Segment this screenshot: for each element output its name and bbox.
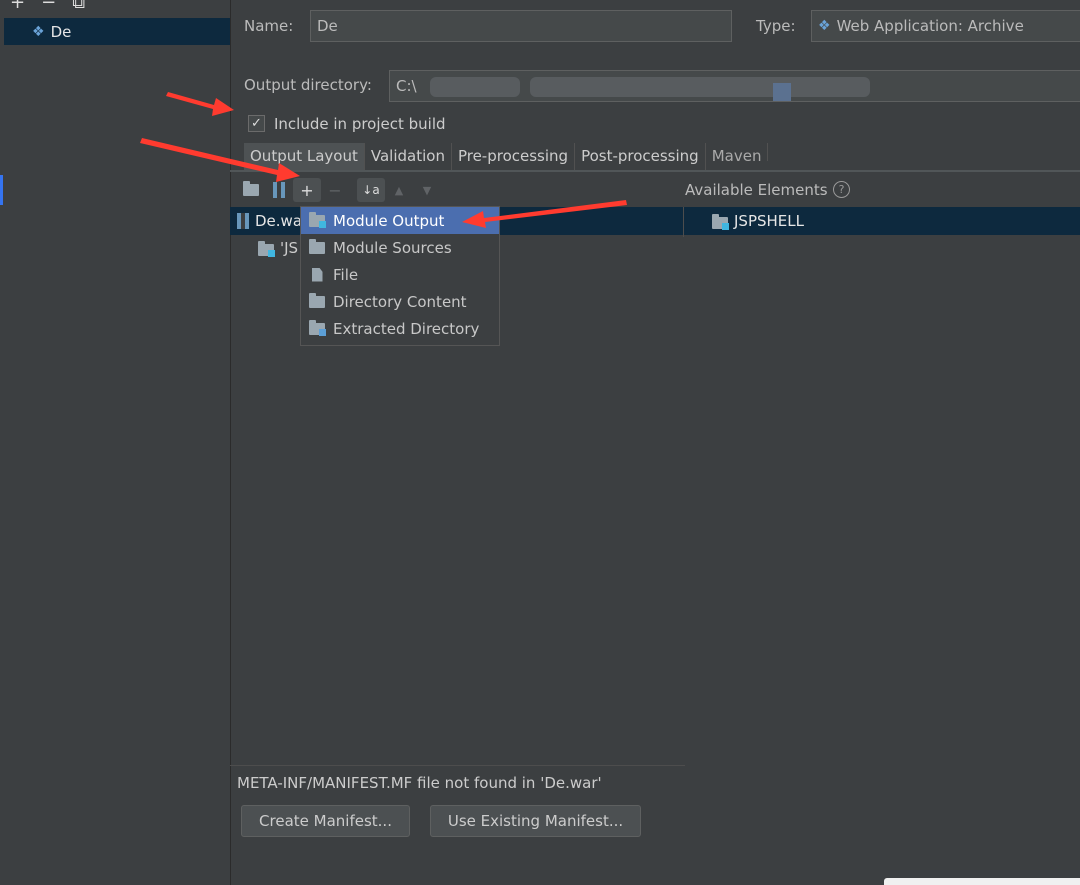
output-dir-label: Output directory: — [244, 76, 372, 94]
name-value: De — [317, 17, 338, 35]
tabs-underline — [230, 170, 1080, 172]
menu-item-directory-content[interactable]: Directory Content — [301, 288, 499, 315]
menu-item-file[interactable]: File — [301, 261, 499, 288]
type-select[interactable]: ❖ Web Application: Archive — [811, 10, 1080, 42]
tree-child-label: 'JS — [280, 239, 299, 257]
available-item-label: JSPSHELL — [734, 212, 804, 230]
tab-maven[interactable]: Maven — [706, 143, 769, 161]
name-label: Name: — [244, 17, 294, 35]
panel-divider — [683, 207, 684, 237]
create-archive-button[interactable] — [265, 178, 293, 202]
help-icon[interactable]: ? — [833, 181, 850, 198]
menu-item-label: File — [333, 265, 359, 284]
menu-item-label: Module Output — [333, 211, 445, 230]
sidebar-toolbar: + − ⧉ — [10, 0, 85, 13]
remove-element-button[interactable]: − — [321, 178, 349, 202]
web-app-icon: ❖ — [32, 23, 45, 40]
include-in-build-label: Include in project build — [274, 115, 446, 133]
redaction-blur — [430, 77, 520, 97]
create-manifest-button[interactable]: Create Manifest... — [241, 805, 410, 837]
move-up-icon[interactable]: ▲ — [385, 178, 413, 202]
manifest-separator — [230, 765, 685, 766]
module-folder-icon — [712, 213, 729, 230]
new-folder-icon — [243, 181, 259, 196]
extract-folder-icon — [309, 319, 326, 336]
available-elements-label: Available Elements — [685, 181, 828, 199]
menu-item-module-output[interactable]: Module Output — [301, 207, 499, 234]
file-icon — [311, 267, 323, 282]
menu-item-label: Extracted Directory — [333, 319, 480, 338]
module-folder-icon — [258, 240, 275, 257]
menu-item-module-sources[interactable]: Module Sources — [301, 234, 499, 261]
output-dir-field[interactable]: C:\ — [389, 70, 1080, 102]
folder-module-icon — [309, 211, 326, 228]
archive-icon — [237, 213, 249, 229]
menu-item-label: Directory Content — [333, 292, 467, 311]
tab-pre-processing[interactable]: Pre-processing — [452, 143, 576, 171]
add-artifact-button[interactable]: + — [10, 0, 25, 13]
sidebar-item-artifact[interactable]: ❖ De — [4, 18, 230, 45]
redaction-blur — [530, 77, 870, 97]
remove-artifact-button[interactable]: − — [41, 0, 56, 13]
corner-overlay — [884, 878, 1080, 885]
name-field[interactable]: De — [310, 10, 732, 42]
sort-button[interactable]: ↓a — [357, 178, 385, 202]
artifact-tabs: Output Layout Validation Pre-processing … — [244, 143, 769, 171]
folder-icon — [309, 238, 325, 254]
copy-artifact-button[interactable]: ⧉ — [72, 0, 85, 13]
artifact-name: De — [50, 22, 72, 41]
tree-item-root[interactable]: De.war — [237, 212, 308, 230]
manifest-message: META-INF/MANIFEST.MF file not found in '… — [237, 774, 602, 792]
sidebar-edge-marker — [0, 175, 3, 205]
redaction-block — [773, 83, 791, 101]
type-label: Type: — [756, 17, 796, 35]
artifact-sidebar — [0, 0, 231, 885]
use-existing-manifest-button[interactable]: Use Existing Manifest... — [430, 805, 641, 837]
web-app-icon: ❖ — [818, 18, 831, 34]
include-in-build-checkbox[interactable]: ✓ — [248, 115, 265, 132]
tab-validation[interactable]: Validation — [365, 143, 452, 171]
tab-output-layout[interactable]: Output Layout — [244, 143, 365, 171]
tree-item-child[interactable]: 'JS — [258, 239, 298, 257]
output-dir-value: C:\ — [396, 77, 417, 95]
folder-icon — [309, 292, 325, 308]
archive-icon — [273, 182, 285, 198]
menu-item-extracted-directory[interactable]: Extracted Directory — [301, 315, 499, 342]
type-value: Web Application: Archive — [836, 17, 1024, 35]
available-item[interactable]: JSPSHELL — [712, 212, 804, 230]
create-directory-button[interactable] — [237, 178, 265, 202]
tab-post-processing[interactable]: Post-processing — [575, 143, 706, 171]
move-down-icon[interactable]: ▼ — [413, 178, 441, 202]
add-element-menu: Module Output Module Sources File Direct… — [300, 206, 500, 346]
layout-toolbar: + − ↓a ▲ ▼ — [237, 178, 441, 202]
add-element-button[interactable]: + — [293, 178, 321, 202]
menu-item-label: Module Sources — [333, 238, 452, 257]
